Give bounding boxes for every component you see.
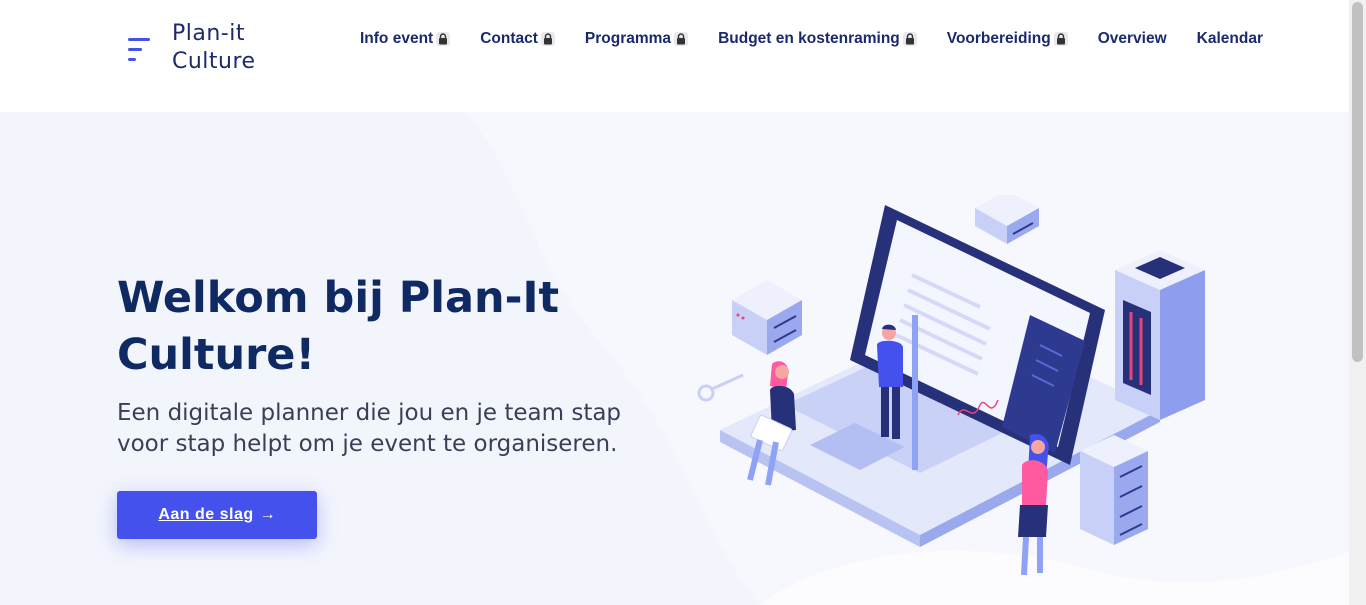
hero-title: Welkom bij Plan-It Culture! (117, 273, 560, 380)
nav-item-kalendar[interactable]: Kalendar (1197, 30, 1263, 48)
brand-name-line1: Plan-it (172, 21, 245, 46)
arrow-right-icon: → (259, 506, 276, 523)
scrollbar-thumb[interactable] (1352, 2, 1363, 362)
top-navigation-bar: Plan-it Culture Info event Contact Progr… (0, 0, 1349, 112)
nav-item-label: Contact (480, 30, 538, 47)
main-nav: Info event Contact Programma Budget en k… (360, 30, 1263, 48)
brand-name: Plan-it Culture (172, 20, 256, 76)
nav-item-label: Kalendar (1196, 30, 1263, 47)
isometric-laptop-team-illustration (697, 195, 1205, 576)
nav-item-label: Programma (584, 30, 672, 47)
menu-lines-icon (128, 38, 150, 66)
brand-logo[interactable]: Plan-it Culture (128, 20, 256, 76)
lock-icon (902, 32, 917, 46)
hero-subtitle: Een digitale planner die jou en je team … (117, 400, 622, 457)
nav-item-programma[interactable]: Programma (584, 30, 689, 48)
nav-item-info-event[interactable]: Info event (360, 30, 451, 48)
nav-item-overview[interactable]: Overview (1098, 30, 1167, 48)
nav-item-label: Info event (360, 30, 434, 47)
brand-name-line2: Culture (172, 49, 256, 74)
nav-item-label: Overview (1097, 30, 1167, 47)
get-started-label: Aan de slag (158, 506, 254, 523)
nav-item-label: Voorbereiding (946, 30, 1051, 47)
get-started-button[interactable]: Aan de slag → (117, 491, 317, 539)
lock-icon (1053, 32, 1068, 46)
lock-icon (674, 32, 689, 46)
lock-icon (436, 32, 451, 46)
nav-item-voorbereiding[interactable]: Voorbereiding (947, 30, 1068, 48)
nav-item-label: Budget en kostenraming (718, 30, 900, 47)
nav-item-contact[interactable]: Contact (480, 30, 555, 48)
nav-item-budget[interactable]: Budget en kostenraming (718, 30, 917, 48)
lock-icon (540, 32, 555, 46)
page-scrollbar[interactable] (1349, 0, 1366, 605)
